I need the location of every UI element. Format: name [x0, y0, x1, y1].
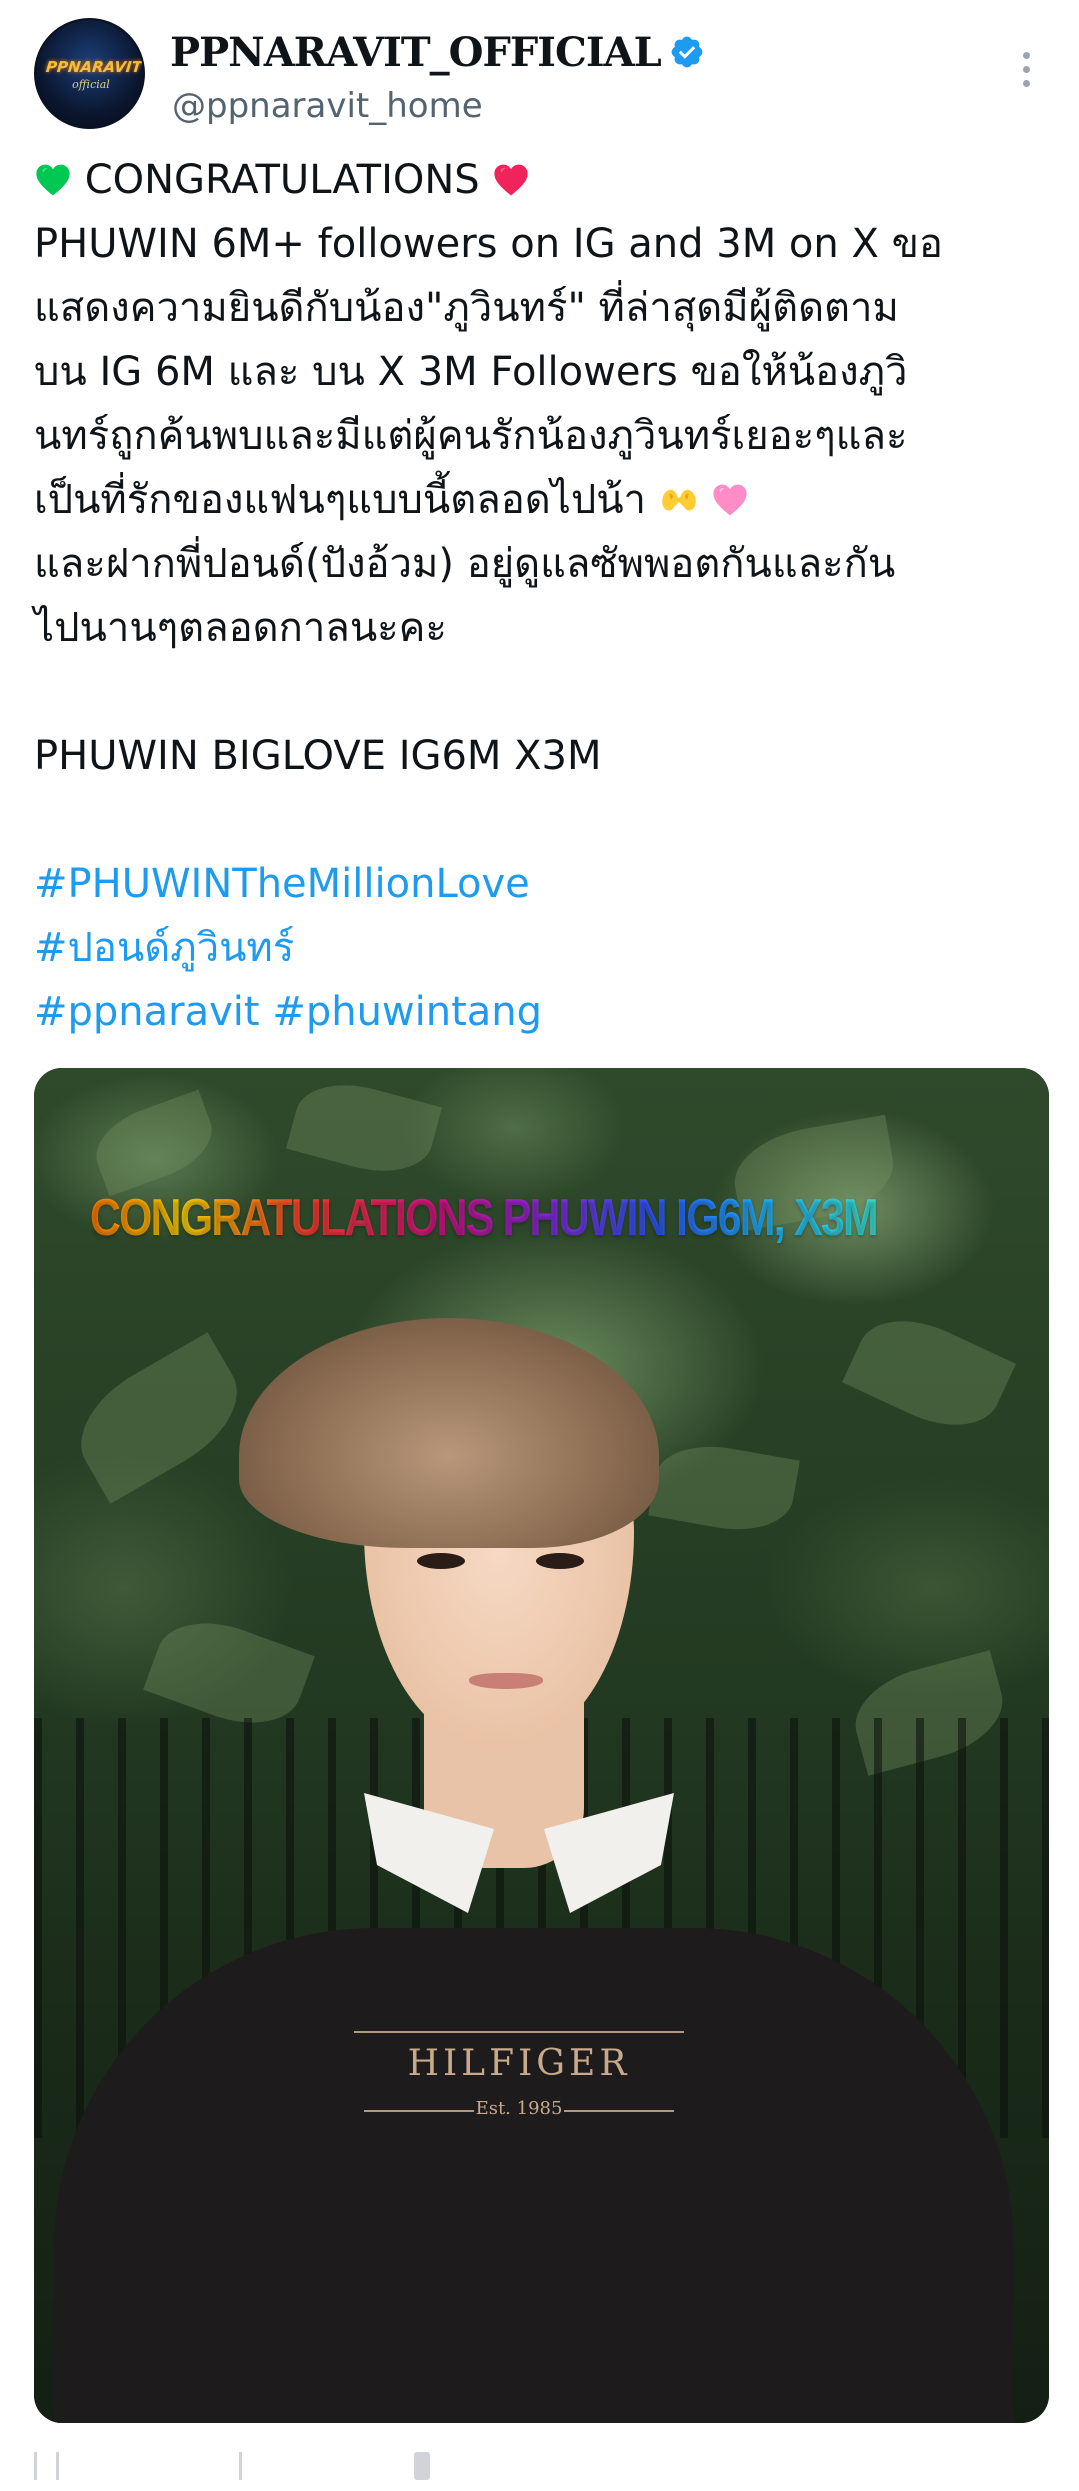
sweater-logo-sub: Est. 1985 [475, 2098, 563, 2119]
sweater-logo-subline-right [564, 2110, 674, 2112]
more-options-icon[interactable] [1016, 52, 1036, 102]
body-line: แสดงความยินดีกับน้อง"ภูวินทร์" ที่ล่าสุด… [34, 285, 899, 331]
body-line: PHUWIN 6M+ followers on IG and 3M on X ข… [34, 221, 943, 267]
sweater-logo-text: HILFIGER [407, 2043, 631, 2084]
body-line: นทร์ถูกค้นพบและมีแต่ผู้คนรักน้องภูวินทร์… [34, 413, 908, 459]
green-heart-emoji [36, 164, 70, 196]
post: PPNARAVIT official PPNARAVIT_OFFICIAL @p… [0, 0, 1079, 2491]
body-line: และฝากพี่ปอนด์(ปังอ้วม) อยู่ดูแลซัพพอตกั… [34, 541, 896, 587]
mouth [469, 1673, 543, 1689]
body-line: เป็นที่รักของแฟนๆแบบนี้ตลอดไปน้า [34, 468, 1049, 532]
author-name-row[interactable]: PPNARAVIT_OFFICIAL [170, 22, 705, 82]
action-bar-partial [34, 2448, 454, 2484]
author-display-name[interactable]: PPNARAVIT_OFFICIAL [170, 29, 662, 76]
hashtag-link[interactable]: #ppnaravit [34, 989, 260, 1035]
hashtag-line: #PHUWINTheMillionLove [34, 852, 1049, 916]
hair [239, 1318, 659, 1548]
person-photo: HILFIGER Est. 1985 [34, 1068, 1049, 2423]
post-body: CONGRATULATIONS PHUWIN 6M+ followers on … [34, 148, 1049, 1044]
sweater-logo-line [354, 2031, 684, 2033]
body-line: บน IG 6M และ บน X 3M Followers ขอให้น้อง… [34, 349, 908, 395]
body-line-text: CONGRATULATIONS [84, 157, 480, 203]
hashtag-line: #ปอนด์ภูวินทร์ [34, 916, 1049, 980]
hashtag-link[interactable]: #PHUWINTheMillionLove [34, 861, 530, 907]
verified-badge-icon [671, 36, 703, 68]
red-heart-emoji [494, 164, 529, 196]
body-line: CONGRATULATIONS [34, 148, 1049, 212]
eye-left [417, 1553, 465, 1569]
post-media-image[interactable]: CONGRATULATIONS PHUWIN IG6M, X3M HILFIGE… [34, 1068, 1049, 2423]
post-header: PPNARAVIT official PPNARAVIT_OFFICIAL @p… [34, 18, 1044, 138]
body-line: PHUWIN BIGLOVE IG6M X3M [34, 733, 602, 779]
body-line-text: เป็นที่รักของแฟนๆแบบนี้ตลอดไปน้า [34, 477, 647, 523]
hashtag-line: #ppnaravit #phuwintang [34, 980, 1049, 1044]
eye-right [536, 1553, 584, 1569]
avatar-logo-text: PPNARAVIT [45, 58, 143, 76]
pink-heart-emoji [713, 484, 748, 516]
author-handle[interactable]: @ppnaravit_home [172, 86, 483, 126]
hashtag-link[interactable]: #phuwintang [272, 989, 542, 1035]
body-line: ไปนานๆตลอดกาลนะคะ [34, 605, 447, 651]
hashtag-link[interactable]: #ปอนด์ภูวินทร์ [34, 925, 294, 971]
avatar-logo-sub: official [72, 78, 110, 91]
avatar[interactable]: PPNARAVIT official [34, 18, 145, 129]
heart-hands-emoji [661, 489, 696, 511]
sweater [54, 1928, 1014, 2423]
